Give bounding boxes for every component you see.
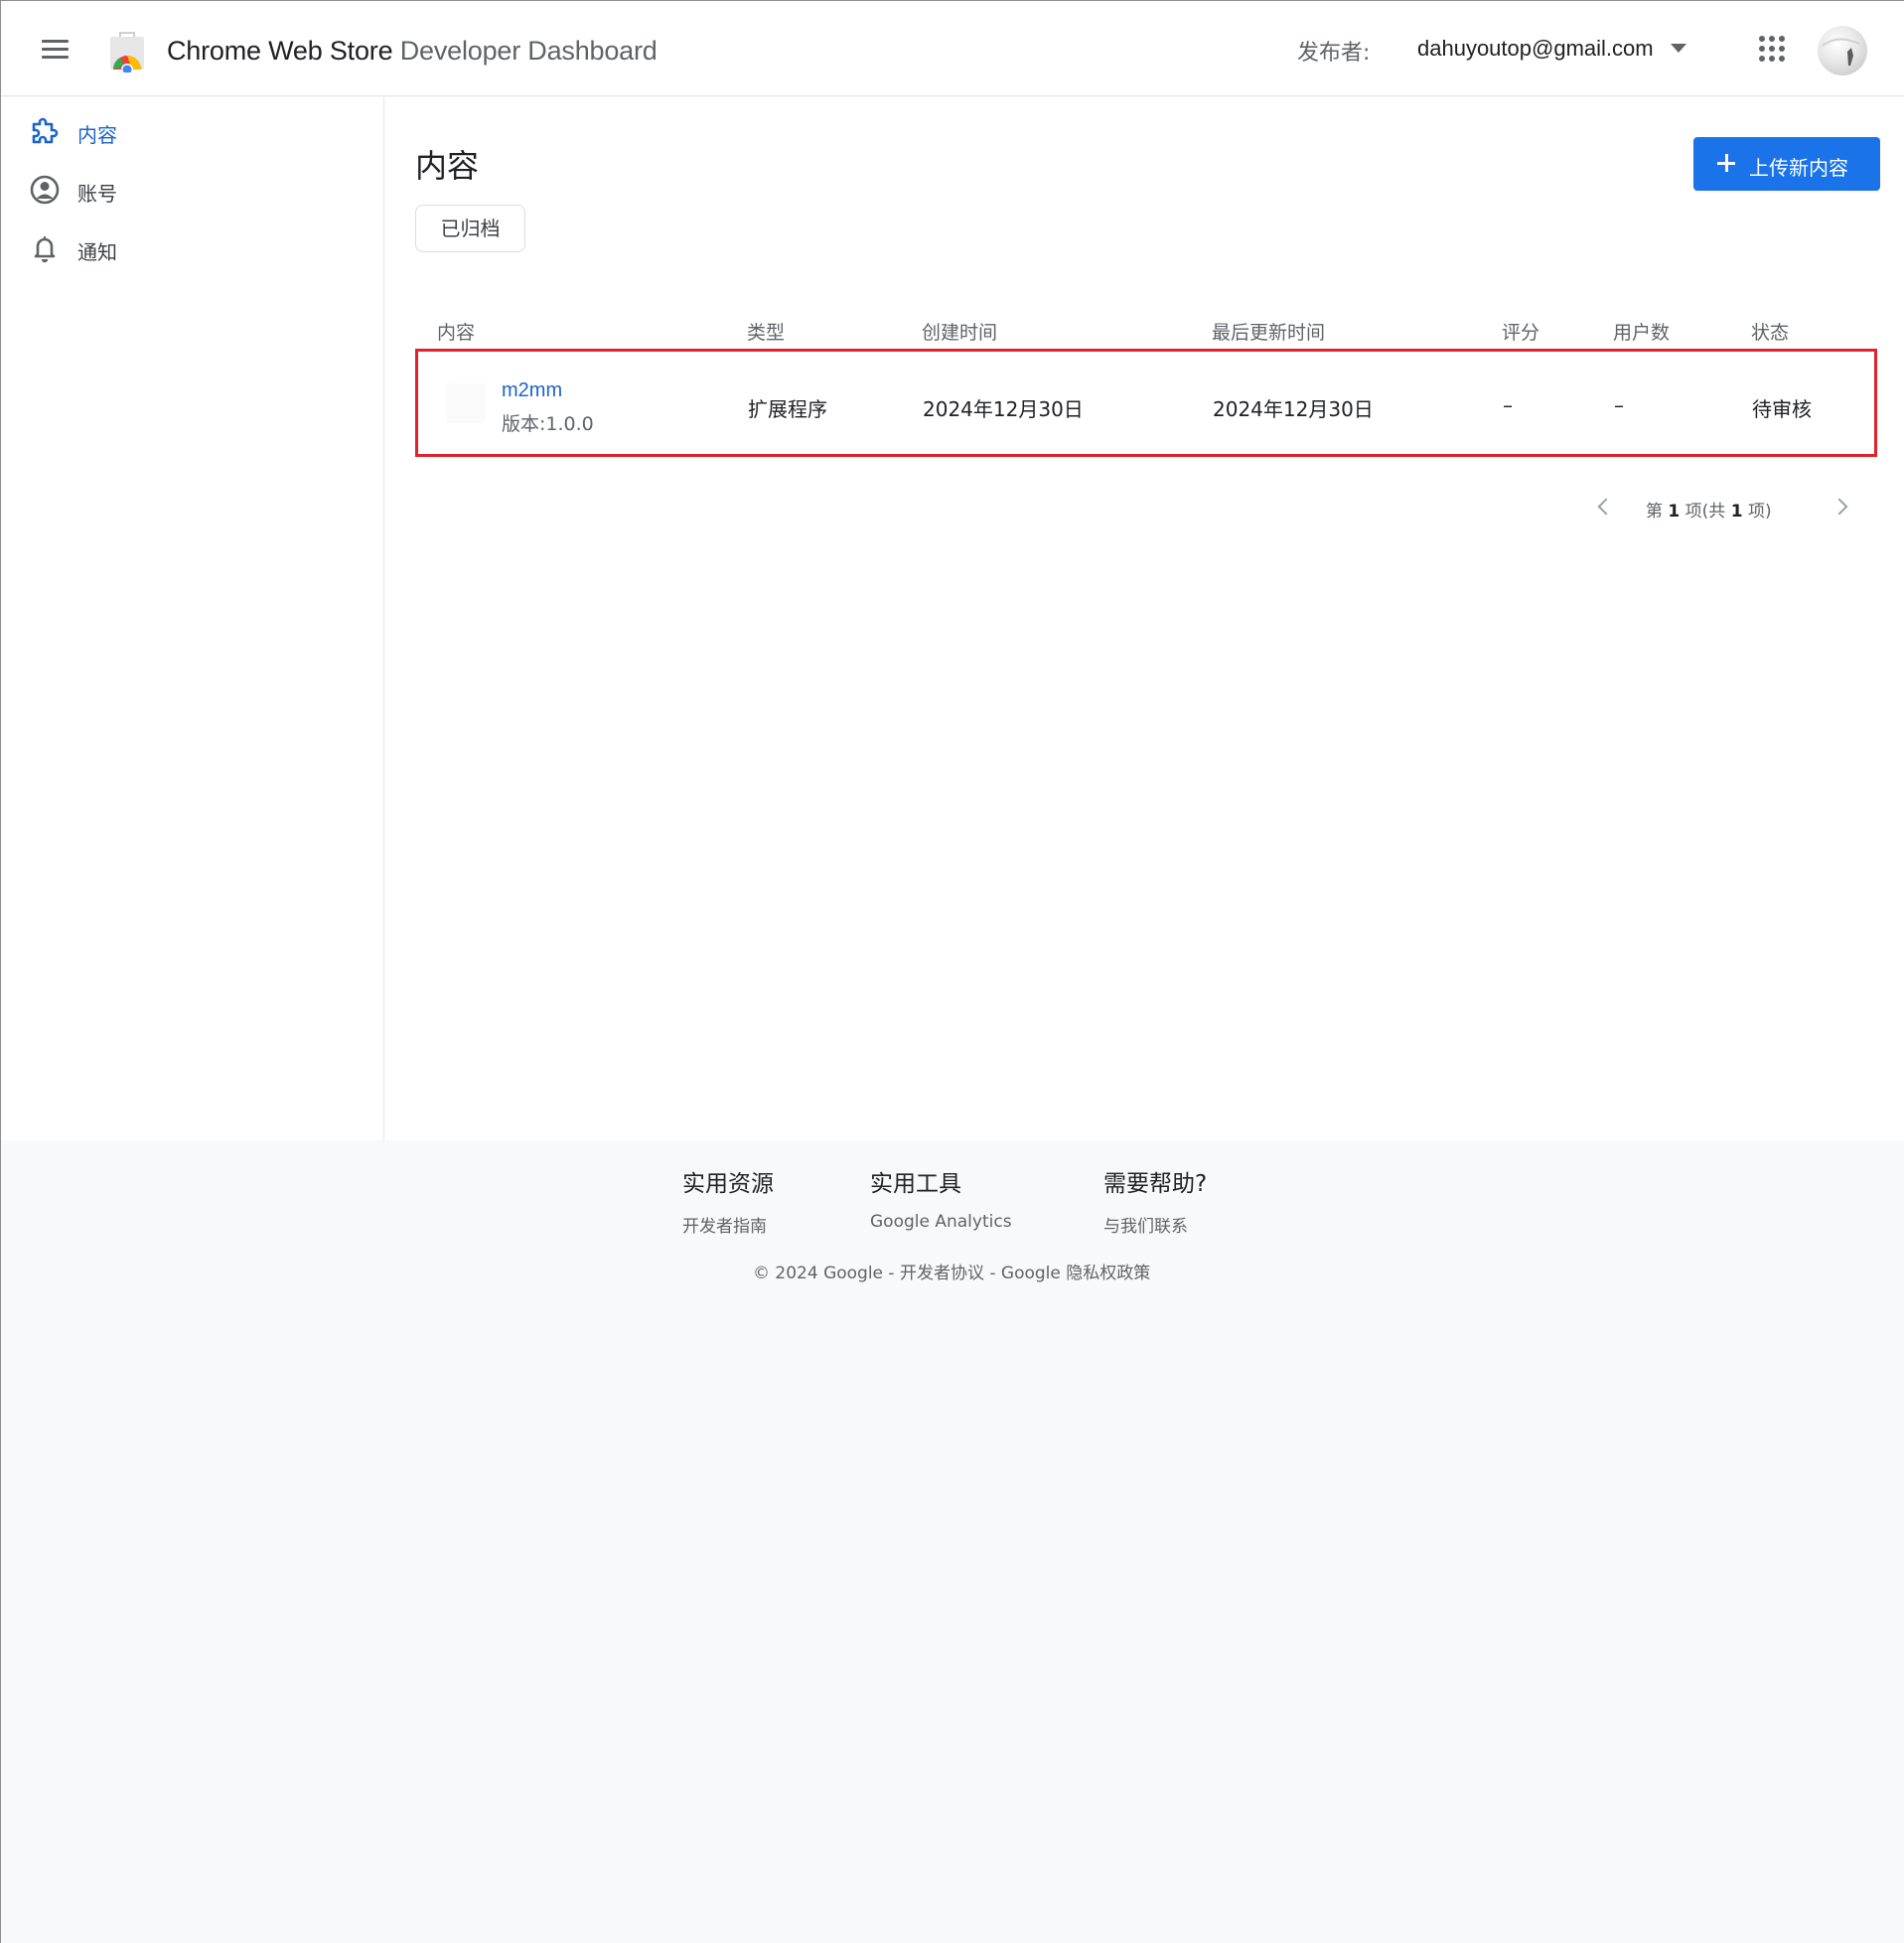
item-version: 版本:1.0.0 bbox=[502, 413, 594, 435]
account-circle-icon bbox=[30, 175, 60, 205]
app-title-light: Developer Dashboard bbox=[399, 36, 658, 66]
column-header-updated: 最后更新时间 bbox=[1212, 322, 1326, 344]
user-avatar[interactable] bbox=[1818, 26, 1867, 75]
sidebar-item-label: 内容 bbox=[77, 123, 117, 147]
column-header-type: 类型 bbox=[747, 322, 786, 344]
sidebar-item-label: 通知 bbox=[77, 240, 117, 264]
publisher-label: 发布者: bbox=[1297, 41, 1371, 66]
item-status: 待审核 bbox=[1752, 397, 1812, 421]
footer-title-resources: 实用资源 bbox=[682, 1171, 774, 1197]
item-type: 扩展程序 bbox=[748, 397, 827, 421]
item-created-date: 2024年12月30日 bbox=[923, 397, 1084, 421]
upload-new-item-button[interactable]: 上传新内容 bbox=[1693, 137, 1880, 191]
upload-button-label: 上传新内容 bbox=[1749, 156, 1848, 180]
column-header-content: 内容 bbox=[437, 322, 476, 344]
apps-grid-icon[interactable] bbox=[1758, 35, 1786, 63]
pagination-middle: 项(共 bbox=[1684, 502, 1726, 522]
sidebar-item-account[interactable]: 账号 bbox=[29, 168, 357, 212]
archived-filter-button[interactable]: 已归档 bbox=[415, 205, 525, 252]
footer-link-developer-guide[interactable]: 开发者指南 bbox=[682, 1212, 767, 1237]
footer-title-tools: 实用工具 bbox=[870, 1171, 961, 1197]
column-header-rating: 评分 bbox=[1502, 322, 1540, 344]
puzzle-icon bbox=[32, 117, 59, 144]
sidebar-item-notifications[interactable]: 通知 bbox=[29, 226, 357, 270]
sidebar: 内容 账号 通知 bbox=[1, 97, 383, 1140]
item-users: – bbox=[1614, 393, 1624, 417]
publisher-account-selector[interactable]: dahuyoutop@gmail.com bbox=[1417, 36, 1654, 62]
chrome-web-store-logo-icon bbox=[110, 32, 144, 73]
extension-icon bbox=[446, 383, 486, 423]
pagination-current: 1 bbox=[1668, 502, 1681, 522]
pagination-total: 1 bbox=[1730, 502, 1743, 522]
column-header-status: 状态 bbox=[1751, 322, 1790, 344]
sidebar-item-label: 账号 bbox=[77, 182, 117, 206]
item-updated-date: 2024年12月30日 bbox=[1213, 397, 1374, 421]
footer-title-help: 需要帮助? bbox=[1103, 1171, 1208, 1197]
hamburger-menu-icon[interactable] bbox=[37, 31, 73, 67]
pagination-suffix: 项) bbox=[1747, 502, 1772, 522]
bell-icon bbox=[34, 236, 56, 263]
top-app-bar: Chrome Web Store Developer Dashboard 发布者… bbox=[1, 1, 1904, 96]
table-row[interactable]: m2mm 版本:1.0.0 扩展程序 2024年12月30日 2024年12月3… bbox=[415, 349, 1877, 457]
column-header-created: 创建时间 bbox=[922, 322, 998, 344]
item-name-link[interactable]: m2mm bbox=[502, 379, 562, 402]
page-title: 内容 bbox=[415, 147, 480, 185]
pagination-status: 第 1 项(共 1 项) bbox=[1646, 497, 1772, 522]
column-header-users: 用户数 bbox=[1613, 322, 1671, 344]
footer-link-google-analytics[interactable]: Google Analytics bbox=[870, 1212, 1012, 1232]
plus-icon bbox=[1713, 150, 1739, 176]
chevron-right-icon[interactable] bbox=[1831, 495, 1854, 519]
item-rating: – bbox=[1503, 393, 1513, 417]
pagination-prefix: 第 bbox=[1646, 502, 1663, 522]
chevron-left-icon[interactable] bbox=[1592, 495, 1616, 519]
sidebar-item-content[interactable]: 内容 bbox=[29, 109, 357, 153]
footer-link-contact-us[interactable]: 与我们联系 bbox=[1103, 1212, 1188, 1237]
caret-down-icon[interactable] bbox=[1671, 44, 1686, 53]
main-content: 内容 已归档 上传新内容 内容 类型 创建时间 最后更新时间 评分 用户数 状态… bbox=[383, 97, 1904, 1140]
app-title: Chrome Web Store Developer Dashboard bbox=[167, 34, 658, 68]
app-title-strong: Chrome Web Store bbox=[167, 36, 393, 66]
footer-copyright: © 2024 Google - 开发者协议 - Google 隐私权政策 bbox=[753, 1264, 1151, 1283]
